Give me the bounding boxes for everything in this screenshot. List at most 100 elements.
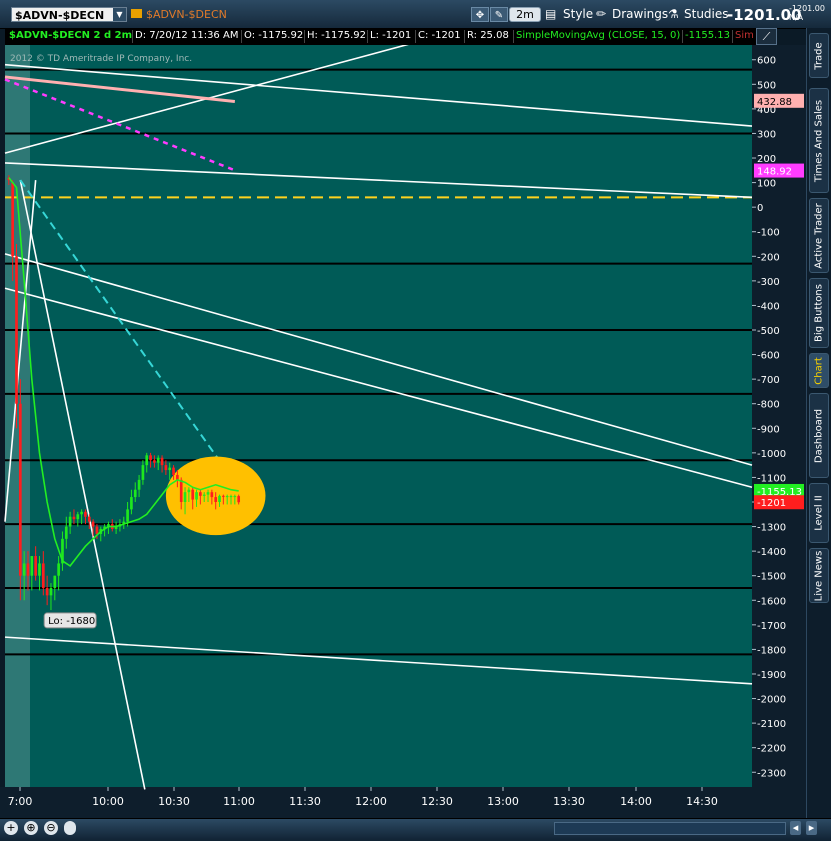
candle-body — [68, 516, 72, 527]
y-tick-label: -900 — [757, 424, 780, 435]
candle-body — [202, 494, 206, 496]
drawings-icon[interactable]: ✏ — [596, 7, 606, 21]
price-chart[interactable]: 2012 © TD Ameritrade IP Company, Inc. 60… — [0, 45, 806, 818]
candle-body — [195, 492, 198, 500]
candle-body — [133, 489, 137, 498]
copyright-watermark: 2012 © TD Ameritrade IP Company, Inc. — [10, 54, 192, 64]
side-tab-label: Times And Sales — [813, 99, 825, 182]
aggregation-button[interactable]: 2m — [509, 7, 541, 22]
y-tick-label: 0 — [757, 203, 763, 214]
x-tick-label: 10:30 — [158, 795, 190, 808]
study-extra: Sim — [735, 30, 754, 41]
side-tab-active-trader[interactable]: Active Trader — [809, 198, 829, 273]
studies-menu[interactable]: Studies — [684, 7, 729, 21]
side-tab-label: Active Trader — [813, 202, 825, 269]
y-tick-label: -100 — [757, 228, 780, 239]
candle-body — [53, 575, 57, 588]
side-tab-big-buttons[interactable]: Big Buttons — [809, 278, 829, 348]
crosshair-tool-icon[interactable]: ✥ — [471, 7, 489, 22]
y-tick-label: -2200 — [757, 744, 786, 755]
candle-body — [91, 521, 95, 527]
side-tab-level-ii[interactable]: Level II — [809, 483, 829, 543]
bar-range: R: 25.08 — [467, 30, 509, 41]
y-tick-label: 600 — [757, 56, 776, 67]
candle-body — [126, 509, 129, 522]
candle-body — [191, 489, 195, 500]
y-tick-label: -1600 — [757, 596, 786, 607]
y-tick-label: -2100 — [757, 719, 786, 730]
y-tick-label: -1700 — [757, 621, 786, 632]
candle-body — [172, 467, 175, 475]
info-separator — [415, 30, 416, 43]
style-icon[interactable]: ▤ — [545, 7, 556, 21]
y-tick-label: -1900 — [757, 670, 786, 681]
bar-low: L: -1201 — [370, 30, 412, 41]
x-tick-label: 7:00 — [8, 795, 33, 808]
candle-body — [57, 563, 60, 576]
candle-body — [141, 465, 145, 480]
y-tick-label: -600 — [757, 351, 780, 362]
zoom-in-icon[interactable]: ⊕ — [24, 821, 38, 835]
menu-dot-icon[interactable] — [64, 821, 76, 835]
y-tick-label: -2300 — [757, 768, 786, 779]
candle-body — [38, 563, 41, 576]
y-tick-label: -1400 — [757, 547, 786, 558]
last-price-mini: -1201.00 N/A — [789, 4, 825, 22]
x-tick-label: 11:00 — [223, 795, 255, 808]
info-separator — [464, 30, 465, 43]
candle-body — [160, 457, 164, 466]
symbol-input[interactable]: $ADVN-$DECN ▼ — [11, 7, 127, 22]
x-tick-label: 13:30 — [553, 795, 585, 808]
side-tab-dashboard[interactable]: Dashboard — [809, 393, 829, 478]
candle-body — [206, 492, 210, 495]
low-marker: Lo: -1680 — [43, 612, 97, 629]
side-tab-times-and-sales[interactable]: Times And Sales — [809, 88, 829, 193]
bar-high: H: -1175.92 — [307, 30, 367, 41]
plot-background — [5, 45, 752, 787]
candle-body — [145, 455, 149, 466]
price-label-text: -1201 — [757, 498, 786, 509]
bar-close: C: -1201 — [418, 30, 461, 41]
side-tab-label: Level II — [813, 495, 825, 531]
side-tab-label: Big Buttons — [813, 284, 825, 342]
candle-body — [34, 556, 37, 576]
price-label-text: 432.88 — [757, 97, 792, 108]
study-name: SimpleMovingAvg (CLOSE, 15, 0) — [516, 30, 681, 41]
low-label-text: Lo: -1680 — [48, 616, 95, 627]
settings-wrench-icon[interactable]: ✎ — [490, 7, 508, 22]
candle-body — [130, 497, 133, 510]
candle-body — [95, 526, 99, 534]
candle-body — [149, 455, 152, 461]
bar-open: O: -1175.92 — [244, 30, 304, 41]
candle-body — [153, 460, 156, 463]
info-separator — [367, 30, 368, 43]
side-tab-trade[interactable]: Trade — [809, 33, 829, 78]
side-tab-label: Live News — [813, 550, 825, 601]
price-label-text: 148.92 — [757, 167, 792, 178]
scroll-left-icon[interactable]: ◂ — [790, 821, 801, 835]
drawing-tool-icon[interactable]: ⟋ — [756, 28, 777, 45]
chevron-down-icon[interactable]: ▼ — [113, 8, 126, 21]
candle-body — [64, 526, 68, 539]
scroll-right-icon[interactable]: ▸ — [806, 821, 817, 835]
x-tick-label: 12:30 — [421, 795, 453, 808]
candle-body — [179, 479, 183, 502]
y-tick-label: -1100 — [757, 473, 786, 484]
x-tick-label: 14:00 — [620, 795, 652, 808]
side-tab-live-news[interactable]: Live News — [809, 548, 829, 603]
right-sidebar: Trade Times And Sales Active Trader Big But… — [806, 28, 831, 819]
side-tab-chart[interactable]: Chart — [809, 353, 829, 388]
drawings-menu[interactable]: Drawings — [612, 7, 668, 21]
candle-body — [22, 563, 26, 576]
candle-body — [41, 563, 45, 588]
candle-body — [233, 496, 237, 498]
studies-icon[interactable]: ⚗ — [668, 7, 679, 21]
zoom-out-icon[interactable]: ⊖ — [44, 821, 58, 835]
symbol-link-icon[interactable] — [131, 9, 142, 18]
y-tick-label: -1300 — [757, 523, 786, 534]
style-menu[interactable]: Style — [563, 7, 593, 21]
candle-body — [222, 495, 225, 497]
zoom-fit-icon[interactable]: + — [4, 821, 18, 835]
chart-scrollbar[interactable] — [554, 822, 786, 835]
x-tick-label: 13:00 — [487, 795, 519, 808]
